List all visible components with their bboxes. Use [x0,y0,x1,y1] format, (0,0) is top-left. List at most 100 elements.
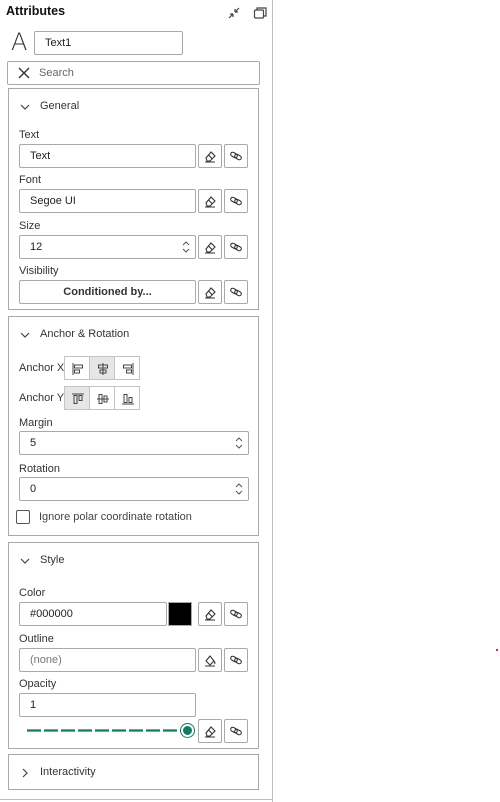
margin-label: Margin [19,417,53,429]
panel-bottom-border [0,799,273,800]
eraser-icon [205,287,216,299]
section-anchor-header[interactable]: Anchor & Rotation [9,317,258,351]
chevron-down-icon [19,329,31,341]
opacity-reset-button[interactable] [198,719,222,743]
opacity-slider-track[interactable] [19,729,187,732]
panel-title: Attributes [6,4,66,18]
section-interactivity-header[interactable]: Interactivity [9,755,258,789]
anchor-x-left-button[interactable] [64,356,90,380]
color-swatch[interactable] [168,602,192,626]
anchor-x-right-button[interactable] [114,356,140,380]
search-box [7,61,260,85]
opacity-bind-button[interactable] [224,719,248,743]
spinner-arrows-icon[interactable] [182,239,190,255]
section-general-title: General [40,100,80,112]
anchor-x-group [64,356,140,380]
section-style: Style Color #000000 Outline (none) Opaci… [8,542,259,749]
collapse-icon[interactable] [226,5,242,21]
outline-label: Outline [19,633,54,645]
canvas-marker [496,649,498,651]
text-field[interactable]: Text [19,144,196,168]
eraser-icon [205,609,216,621]
outline-fill-button[interactable] [198,648,222,672]
anchor-x-center-button[interactable] [89,356,115,380]
align-center-icon [98,363,108,375]
align-right-icon [123,363,134,375]
section-style-title: Style [40,554,65,566]
link-icon [230,196,242,206]
anchor-y-group [64,386,140,410]
opacity-label: Opacity [19,678,57,690]
rotation-label: Rotation [19,463,60,475]
anchor-y-bottom-button[interactable] [114,386,140,410]
color-bind-button[interactable] [224,602,248,626]
font-reset-button[interactable] [198,189,222,213]
size-reset-button[interactable] [198,235,222,259]
margin-value: 5 [30,437,37,449]
popout-window-icon[interactable] [252,5,268,21]
color-field[interactable]: #000000 [19,602,167,626]
section-interactivity: Interactivity [8,754,259,790]
search-input[interactable] [39,65,239,81]
color-reset-button[interactable] [198,602,222,626]
opacity-slider-handle[interactable] [181,724,194,737]
section-style-header[interactable]: Style [9,543,258,577]
align-middle-icon [97,394,109,404]
size-stepper[interactable]: 12 [19,235,196,259]
text-label: Text [19,129,40,141]
eraser-icon [205,196,216,208]
color-label: Color [19,587,46,599]
size-label: Size [19,220,41,232]
font-bind-button[interactable] [224,189,248,213]
text-bind-button[interactable] [224,144,248,168]
visibility-bind-button[interactable] [224,280,248,304]
align-left-icon [72,363,83,375]
chevron-right-icon [19,767,31,779]
size-bind-button[interactable] [224,235,248,259]
anchor-y-label: Anchor Y [19,392,65,404]
align-top-icon [72,393,84,404]
anchor-y-top-button[interactable] [64,386,90,410]
section-anchor-title: Anchor & Rotation [40,328,130,340]
anchor-x-label: Anchor X [19,362,65,374]
link-icon [230,242,242,252]
ignore-polar-checkbox[interactable] [16,510,30,524]
paint-bucket-icon [205,655,216,667]
visibility-reset-button[interactable] [198,280,222,304]
font-label: Font [19,174,42,186]
text-reset-button[interactable] [198,144,222,168]
eraser-icon [205,242,216,254]
font-field[interactable]: Segoe UI [19,189,196,213]
visibility-conditioned-button[interactable]: Conditioned by... [19,280,196,304]
section-general-header[interactable]: General [9,89,258,123]
element-name-input[interactable]: Text1 [34,31,183,55]
visibility-label: Visibility [19,265,59,277]
section-interactivity-title: Interactivity [40,766,96,778]
link-icon [230,726,242,736]
align-bottom-icon [122,394,134,405]
eraser-icon [205,151,216,163]
chevron-down-icon [19,101,31,113]
link-icon [230,151,242,161]
clear-search-icon[interactable] [17,66,31,80]
section-general: General Text Text Font Segoe UI Size 12 [8,88,259,310]
rotation-stepper[interactable]: 0 [19,477,249,501]
size-value: 12 [30,241,43,253]
chevron-down-icon [19,555,31,567]
spinner-arrows-icon[interactable] [235,481,243,497]
outline-bind-button[interactable] [224,648,248,672]
margin-stepper[interactable]: 5 [19,431,249,455]
rotation-value: 0 [30,483,37,495]
text-type-icon: A [11,28,28,56]
eraser-icon [205,726,216,738]
link-icon [230,655,242,665]
section-anchor-rotation: Anchor & Rotation Anchor X Anchor Y Marg… [8,316,259,536]
outline-field[interactable]: (none) [19,648,196,672]
ignore-polar-label: Ignore polar coordinate rotation [39,511,192,523]
spinner-arrows-icon[interactable] [235,435,243,451]
attributes-panel: Attributes A Text1 General Text Text [0,0,273,802]
link-icon [230,609,242,619]
opacity-field[interactable]: 1 [19,693,196,717]
link-icon [230,287,242,297]
anchor-y-middle-button[interactable] [89,386,115,410]
